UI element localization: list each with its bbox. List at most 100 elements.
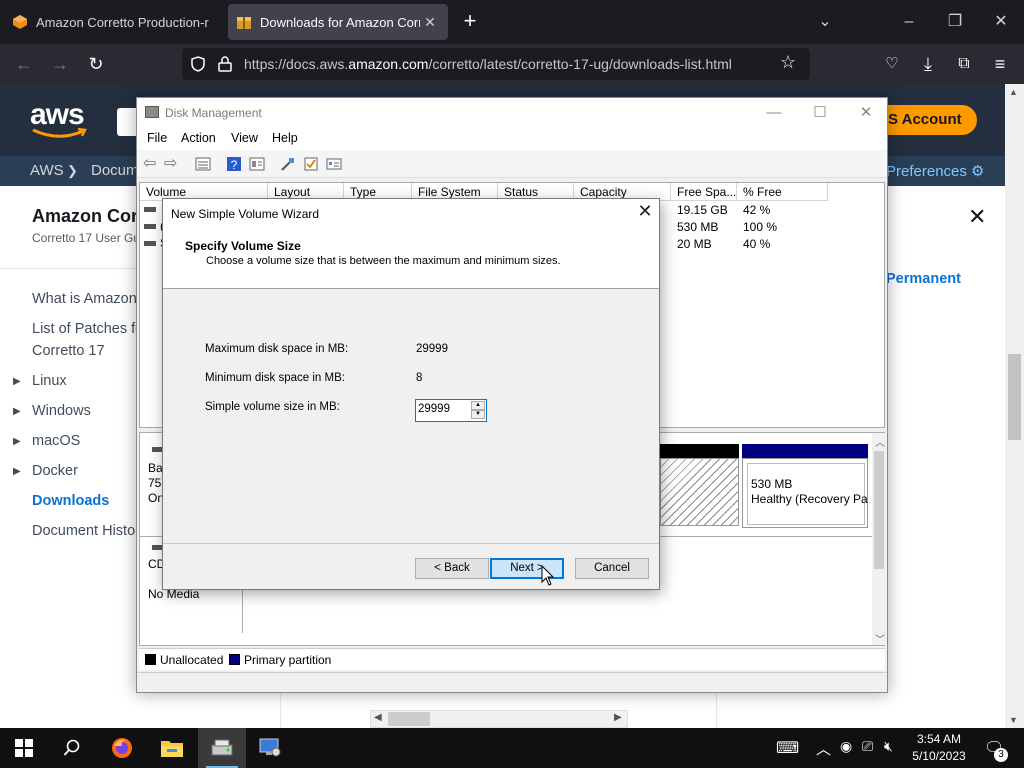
column-header-percent-free[interactable]: % Free — [737, 183, 828, 201]
toolbar: ⇦ ⇨ ? — [137, 150, 887, 178]
caret-right-icon[interactable]: ▶ — [13, 436, 21, 447]
volume-size-input[interactable]: 29999 — [418, 403, 450, 415]
taskbar: ⌨ ︿ ◉ ⎚ 🔇︎ 3:54 AM 5/10/2023 🗨︎ 3 — [0, 728, 1024, 768]
close-icon[interactable]: ✕ — [843, 100, 889, 126]
side-nav-item[interactable]: Document Histo — [32, 523, 135, 539]
show-hidden-icons-icon[interactable]: ︿ — [816, 738, 831, 759]
search-button[interactable] — [48, 728, 96, 768]
taskbar-remote-desktop[interactable] — [246, 728, 294, 768]
side-nav-item[interactable]: What is Amazon — [32, 291, 137, 307]
properties-icon[interactable] — [249, 156, 265, 172]
volume-size-stepper[interactable]: 29999 ▲ ▼ — [415, 399, 487, 422]
shield-icon[interactable] — [190, 56, 206, 72]
side-nav-item[interactable]: List of Patches fo — [32, 321, 143, 337]
caret-right-icon[interactable]: ▶ — [13, 376, 21, 387]
page-scrollbar-thumb[interactable] — [1008, 354, 1021, 440]
stepper-down-icon[interactable]: ▼ — [471, 410, 485, 419]
input-indicator-icon[interactable]: ⌨ — [776, 738, 799, 758]
maximize-icon[interactable]: ☐ — [797, 100, 843, 126]
title-bar[interactable]: Disk Management — ☐ ✕ — [137, 98, 887, 128]
list-tabs-icon[interactable]: ⌄ — [802, 8, 848, 36]
forward-icon[interactable]: → — [46, 50, 74, 78]
extensions-icon[interactable]: ⧉ — [950, 50, 978, 78]
minimize-icon[interactable]: – — [886, 8, 932, 36]
network-icon[interactable]: ⎚ — [862, 738, 873, 755]
doc-title: Amazon Cor — [32, 206, 139, 226]
help-icon[interactable]: ? — [226, 156, 242, 172]
unallocated-partition[interactable] — [660, 458, 739, 526]
url-text[interactable]: https://docs.aws.amazon.com/corretto/lat… — [244, 56, 732, 72]
menu-icon[interactable]: ≡ — [986, 50, 1014, 78]
menu-file[interactable]: File — [147, 131, 167, 145]
aws-smile-icon — [32, 128, 87, 138]
reload-icon[interactable]: ↻ — [82, 50, 110, 78]
recovery-partition[interactable]: 530 MB Healthy (Recovery Pa — [742, 458, 868, 528]
scroll-up-icon[interactable]: ▲ — [1009, 87, 1018, 97]
caret-right-icon[interactable]: ▶ — [13, 466, 21, 477]
back-arrow-icon[interactable]: ⇦ — [143, 156, 159, 172]
connect-icon[interactable] — [280, 156, 296, 172]
percent-free-value: 40 % — [743, 237, 771, 251]
preferences-link[interactable]: Preferences ⚙ — [886, 162, 985, 180]
new-tab-icon[interactable]: + — [458, 10, 482, 34]
close-window-icon[interactable]: ✕ — [978, 8, 1024, 36]
settings-panel-icon[interactable] — [326, 156, 342, 172]
search-box[interactable] — [117, 108, 137, 136]
breadcrumb-aws[interactable]: AWS — [30, 162, 64, 179]
cancel-button[interactable]: Cancel — [575, 558, 649, 579]
aws-logo[interactable]: aws — [30, 98, 85, 132]
webcam-icon[interactable]: ◉ — [840, 738, 852, 755]
back-button[interactable]: < Back — [415, 558, 489, 579]
horizontal-scrollbar-thumb[interactable] — [388, 712, 430, 726]
taskbar-disk-management[interactable] — [198, 728, 246, 768]
taskbar-firefox[interactable] — [98, 728, 146, 768]
checklist-icon[interactable] — [303, 156, 319, 172]
stepper-up-icon[interactable]: ▲ — [471, 401, 485, 410]
breadcrumb-documentation[interactable]: Docum — [91, 162, 139, 179]
column-header-free-space[interactable]: Free Spa... — [671, 183, 737, 201]
minimize-icon[interactable]: — — [751, 100, 797, 126]
clock[interactable]: 3:54 AM 5/10/2023 — [906, 731, 972, 765]
downloads-icon[interactable]: ⤓ — [914, 50, 942, 78]
scroll-left-icon[interactable]: ◀ — [374, 712, 382, 723]
side-nav-item[interactable]: Windows — [32, 403, 91, 419]
mouse-cursor-icon — [541, 565, 555, 586]
scroll-down-icon[interactable]: ▼ — [1009, 715, 1018, 725]
menu-view[interactable]: View — [231, 131, 258, 145]
caret-right-icon[interactable]: ▶ — [13, 406, 21, 417]
side-nav-item-selected[interactable]: Downloads — [32, 493, 109, 509]
volume-muted-icon[interactable]: 🔇︎ — [884, 738, 893, 755]
browser-tab[interactable]: Amazon Corretto Production-r — [4, 4, 226, 40]
url-bar[interactable]: https://docs.aws.amazon.com/corretto/lat… — [182, 48, 810, 80]
close-icon[interactable]: ✕ — [633, 201, 657, 222]
primary-partition-bar — [742, 444, 868, 458]
browser-tab-active[interactable]: Downloads for Amazon Corrett ✕ — [228, 4, 448, 40]
lock-icon[interactable] — [218, 56, 232, 72]
pocket-icon[interactable]: ♡ — [878, 50, 906, 78]
start-button[interactable] — [0, 728, 48, 768]
bookmark-star-icon[interactable]: ☆ — [780, 52, 796, 73]
back-icon[interactable]: ← — [10, 50, 38, 78]
side-nav-item[interactable]: Corretto 17 — [32, 343, 105, 359]
divider — [716, 692, 717, 728]
restore-icon[interactable]: ❐ — [932, 8, 978, 36]
side-nav-item[interactable]: Docker — [32, 463, 78, 479]
taskbar-file-explorer[interactable] — [148, 728, 196, 768]
permanent-link[interactable]: Permanent — [886, 271, 961, 287]
chevron-down-icon[interactable]: ﹀ — [875, 631, 885, 646]
scroll-right-icon[interactable]: ▶ — [614, 712, 622, 723]
side-nav-item[interactable]: Linux — [32, 373, 67, 389]
menu-help[interactable]: Help — [272, 131, 298, 145]
chevron-up-icon[interactable]: ︿ — [875, 434, 885, 449]
wizard-header: New Simple Volume Wizard ✕ Specify Volum… — [163, 199, 659, 289]
max-space-label: Maximum disk space in MB: — [205, 343, 349, 355]
side-nav-item[interactable]: macOS — [32, 433, 80, 449]
close-tab-icon[interactable]: ✕ — [420, 14, 440, 31]
close-panel-icon[interactable]: ✕ — [968, 204, 986, 230]
menu-action[interactable]: Action — [181, 131, 216, 145]
forward-arrow-icon[interactable]: ⇨ — [164, 156, 180, 172]
list-view-icon[interactable] — [195, 156, 211, 172]
graph-scrollbar-thumb[interactable] — [874, 451, 884, 569]
firefox-icon — [112, 738, 132, 758]
folder-icon — [161, 741, 183, 757]
